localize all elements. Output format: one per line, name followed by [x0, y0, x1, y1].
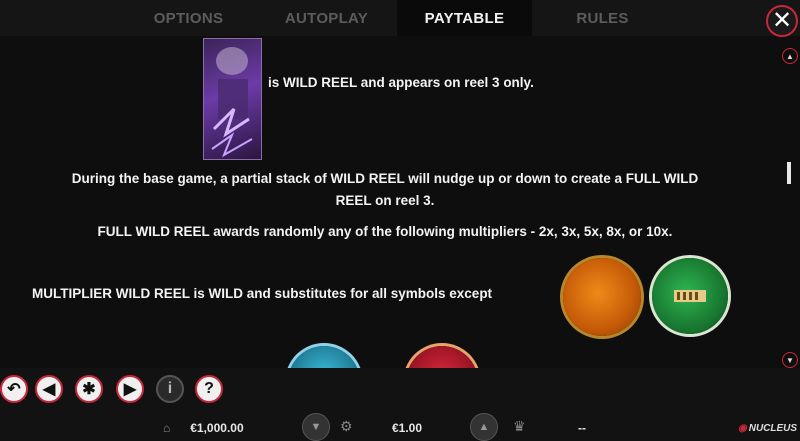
multiplier-text: FULL WILD REEL awards randomly any of th…: [97, 224, 673, 239]
tab-bar: OPTIONS AUTOPLAY PAYTABLE RULES: [0, 0, 800, 36]
back-arrow-icon: ↶: [7, 381, 21, 398]
chevron-up-icon: ▲: [478, 421, 490, 433]
paytable-content: is WILD REEL and appears on reel 3 only.…: [0, 36, 780, 368]
question-icon: ?: [204, 380, 214, 397]
bet-settings-icon: ⚙: [340, 418, 353, 434]
orange-scatter-symbol: [563, 258, 641, 336]
close-button[interactable]: ✕: [766, 5, 798, 37]
green-bonus-symbol: [652, 258, 728, 334]
trophy-icon: ♛: [513, 418, 526, 434]
scroll-thumb[interactable]: [787, 162, 791, 184]
brand-text: NUCLEUS: [748, 422, 798, 434]
speaker-icon: ◀: [42, 381, 56, 398]
tab-autoplay[interactable]: AUTOPLAY: [259, 0, 394, 36]
help-button[interactable]: ?: [195, 375, 223, 403]
tab-options[interactable]: OPTIONS: [121, 0, 256, 36]
blue-symbol-partial: [288, 346, 360, 368]
play-button[interactable]: ▶: [116, 375, 144, 403]
scroll-up-icon[interactable]: ▲: [782, 48, 798, 64]
wild-reel-text: is WILD REEL and appears on reel 3 only.: [268, 75, 534, 90]
settings-button[interactable]: ✱: [75, 375, 103, 403]
wild-reel-symbol-image: [203, 38, 262, 160]
close-icon: ✕: [771, 7, 793, 34]
info-icon: i: [167, 380, 173, 397]
balance-value: €1,000.00: [190, 421, 244, 435]
tab-rules[interactable]: RULES: [535, 0, 670, 36]
substitute-text: MULTIPLIER WILD REEL is WILD and substit…: [32, 286, 493, 301]
brand-mark-icon: ◉: [738, 422, 747, 434]
control-bar: ↶ ◀ ✱ ▶ i ? ⌂ €1,000.00 ▼ ⚙ €1.00 ▲ ♛ --…: [0, 368, 800, 441]
info-button[interactable]: i: [156, 375, 184, 403]
tab-paytable[interactable]: PAYTABLE: [397, 0, 532, 36]
bet-value: €1.00: [392, 421, 423, 435]
bet-increase-button[interactable]: ▲: [470, 413, 498, 441]
base-game-line-2: REEL on reel 3.: [335, 193, 435, 208]
scrollbar[interactable]: ▲ ▼: [782, 48, 798, 370]
bank-icon: ⌂: [163, 421, 171, 435]
base-game-line-1: During the base game, a partial stack of…: [71, 171, 699, 186]
balance-group: ⌂ €1,000.00: [163, 418, 244, 438]
scroll-down-icon[interactable]: ▼: [782, 352, 798, 368]
bet-decrease-button[interactable]: ▼: [302, 413, 330, 441]
gear-icon: ✱: [82, 381, 96, 398]
sound-button[interactable]: ◀: [35, 375, 63, 403]
red-symbol-partial: [406, 346, 478, 368]
chevron-down-icon: ▼: [310, 421, 322, 433]
bonus-bars-icon: [674, 290, 706, 302]
back-button[interactable]: ↶: [0, 375, 28, 403]
play-icon: ▶: [123, 381, 137, 398]
brand-logo: ◉ NUCLEUS: [738, 418, 797, 438]
win-value: --: [578, 421, 586, 435]
